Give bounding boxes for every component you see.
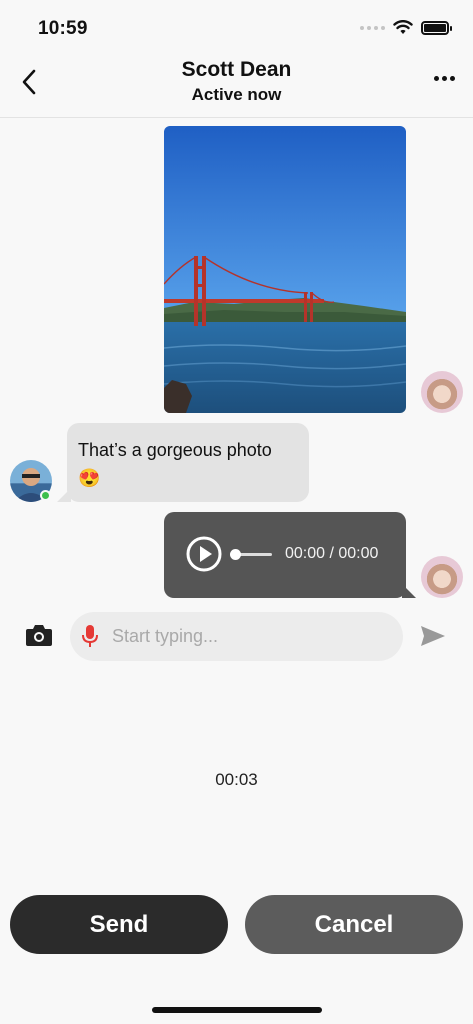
chat-header: Scott Dean Active now [0, 52, 473, 118]
contact-name: Scott Dean [181, 58, 292, 81]
wifi-icon [393, 20, 413, 34]
play-icon[interactable] [186, 536, 222, 572]
message-input[interactable] [112, 612, 392, 661]
contact-status: Active now [191, 85, 282, 104]
send-button[interactable]: Send [10, 895, 228, 954]
message-text: That’s a gorgeous photo [78, 440, 272, 460]
more-options-button[interactable] [434, 76, 455, 81]
send-message-button[interactable] [419, 624, 447, 648]
signal-icon [360, 25, 385, 30]
online-status-dot [40, 490, 51, 501]
status-bar: 10:59 [0, 0, 473, 52]
send-icon [421, 626, 445, 646]
camera-icon [26, 625, 52, 646]
home-indicator [152, 1007, 322, 1013]
battery-icon [421, 20, 452, 35]
cancel-button[interactable]: Cancel [245, 895, 463, 954]
voice-time: 00:00 / 00:00 [285, 545, 379, 562]
camera-button[interactable] [25, 622, 53, 648]
received-text-message[interactable]: That’s a gorgeous photo 😍 [57, 423, 309, 502]
status-icons [360, 20, 452, 35]
sent-voice-message: 00:00 / 00:00 [164, 512, 416, 598]
microphone-icon[interactable] [82, 624, 98, 648]
my-avatar[interactable] [421, 556, 463, 598]
sent-photo-message[interactable] [164, 126, 406, 413]
status-time: 10:59 [38, 18, 88, 39]
my-avatar[interactable] [421, 371, 463, 413]
golden-gate-photo [164, 126, 406, 413]
voice-progress-handle[interactable] [230, 549, 241, 560]
message-input-box [70, 612, 403, 661]
message-emoji: 😍 [78, 468, 101, 488]
recording-timer: 00:03 [215, 770, 258, 789]
